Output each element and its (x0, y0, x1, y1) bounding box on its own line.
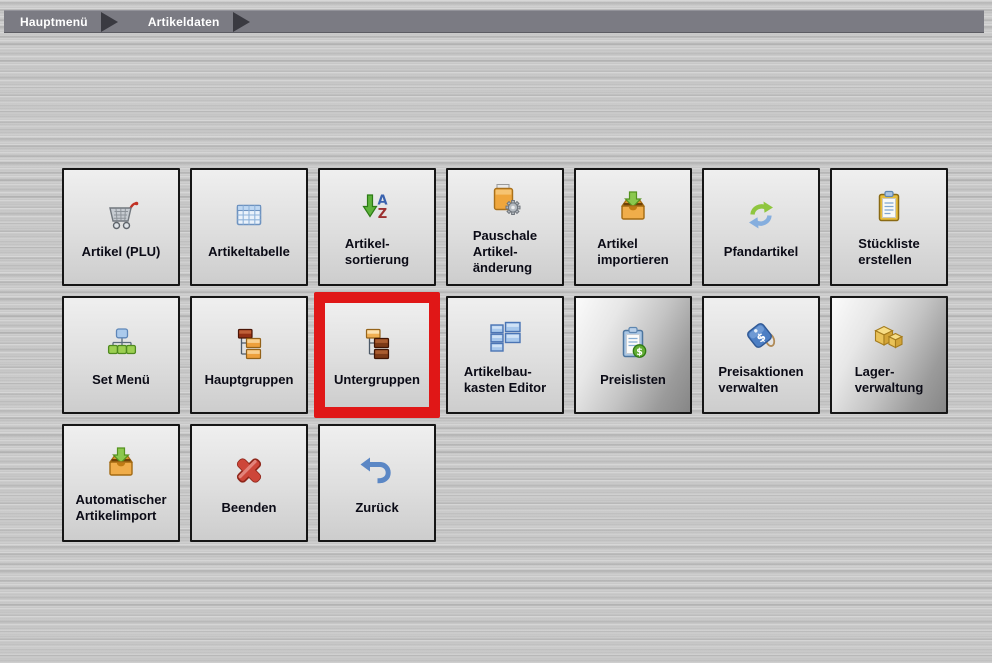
recycle-arrows-icon (741, 195, 781, 235)
button-label: Automatischer Artikelimport (75, 492, 166, 524)
button-pauschale-artikelaenderung[interactable]: Pauschale Artikel- änderung (446, 168, 564, 286)
button-artikel-plu[interactable]: Artikel (PLU) (62, 168, 180, 286)
sort-az-icon: A Z (357, 187, 397, 227)
button-untergruppen[interactable]: Untergruppen (314, 292, 440, 418)
button-stueckliste-erstellen[interactable]: Stückliste erstellen (830, 168, 948, 286)
button-label: Artikel importieren (597, 236, 669, 268)
folder-gear-icon (485, 179, 525, 219)
button-hauptgruppen[interactable]: Hauptgruppen (190, 296, 308, 414)
breadcrumb-arrow-icon (233, 12, 250, 32)
button-label: Preisaktionen verwalten (718, 364, 803, 396)
button-pfandartikel[interactable]: Pfandartikel (702, 168, 820, 286)
button-label: Lager- verwaltung (855, 364, 924, 396)
breadcrumb-arrow-icon (101, 12, 118, 32)
button-artikel-importieren[interactable]: Artikel importieren (574, 168, 692, 286)
org-chart-icon (101, 323, 141, 363)
button-artikelsortierung[interactable]: A Z Artikel- sortierung (318, 168, 436, 286)
button-artikelbaukasten-editor[interactable]: Artikelbau- kasten Editor (446, 296, 564, 414)
button-artikeltabelle[interactable]: Artikeltabelle (190, 168, 308, 286)
svg-text:Z: Z (378, 207, 387, 222)
button-label: Zurück (355, 500, 398, 516)
button-label: Artikel- sortierung (345, 236, 409, 268)
button-label: Artikelbau- kasten Editor (464, 364, 546, 396)
back-arrow-icon (357, 451, 397, 491)
button-set-menu[interactable]: Set Menü (62, 296, 180, 414)
button-label: Pfandartikel (724, 244, 798, 260)
group-tree-icon (229, 323, 269, 363)
button-label: Set Menü (92, 372, 150, 388)
button-label: Untergruppen (334, 372, 420, 388)
button-label: Hauptgruppen (205, 372, 294, 388)
button-preislisten[interactable]: $ Preislisten (574, 296, 692, 414)
table-icon (229, 195, 269, 235)
subgroup-tree-icon (357, 323, 397, 363)
svg-text:$: $ (636, 346, 643, 357)
button-lagerverwaltung[interactable]: Lager- verwaltung (830, 296, 948, 414)
import-box-icon (101, 443, 141, 483)
shopping-cart-icon (101, 195, 141, 235)
clipboard-icon (869, 187, 909, 227)
button-label: Stückliste erstellen (858, 236, 919, 268)
button-label: Artikeltabelle (208, 244, 290, 260)
import-box-icon (613, 187, 653, 227)
button-label: Pauschale Artikel- änderung (473, 228, 537, 276)
button-grid: Artikel (PLU) Artikeltabelle A Z Artikel… (62, 168, 948, 542)
button-label: Artikel (PLU) (82, 244, 161, 260)
button-automatischer-artikelimport[interactable]: Automatischer Artikelimport (62, 424, 180, 542)
breadcrumb: Hauptmenü Artikeldaten (4, 10, 984, 33)
button-preisaktionen-verwalten[interactable]: $ Preisaktionen verwalten (702, 296, 820, 414)
button-label: Preislisten (600, 372, 666, 388)
button-beenden[interactable]: Beenden (190, 424, 308, 542)
price-tag-icon: $ (741, 315, 781, 355)
layout-blocks-icon (485, 315, 525, 355)
price-list-icon: $ (613, 323, 653, 363)
button-label: Beenden (222, 500, 277, 516)
button-zurueck[interactable]: Zurück (318, 424, 436, 542)
close-x-icon (229, 451, 269, 491)
breadcrumb-hauptmenu[interactable]: Hauptmenü (20, 15, 88, 29)
stock-boxes-icon (869, 315, 909, 355)
breadcrumb-artikeldaten[interactable]: Artikeldaten (148, 15, 220, 29)
